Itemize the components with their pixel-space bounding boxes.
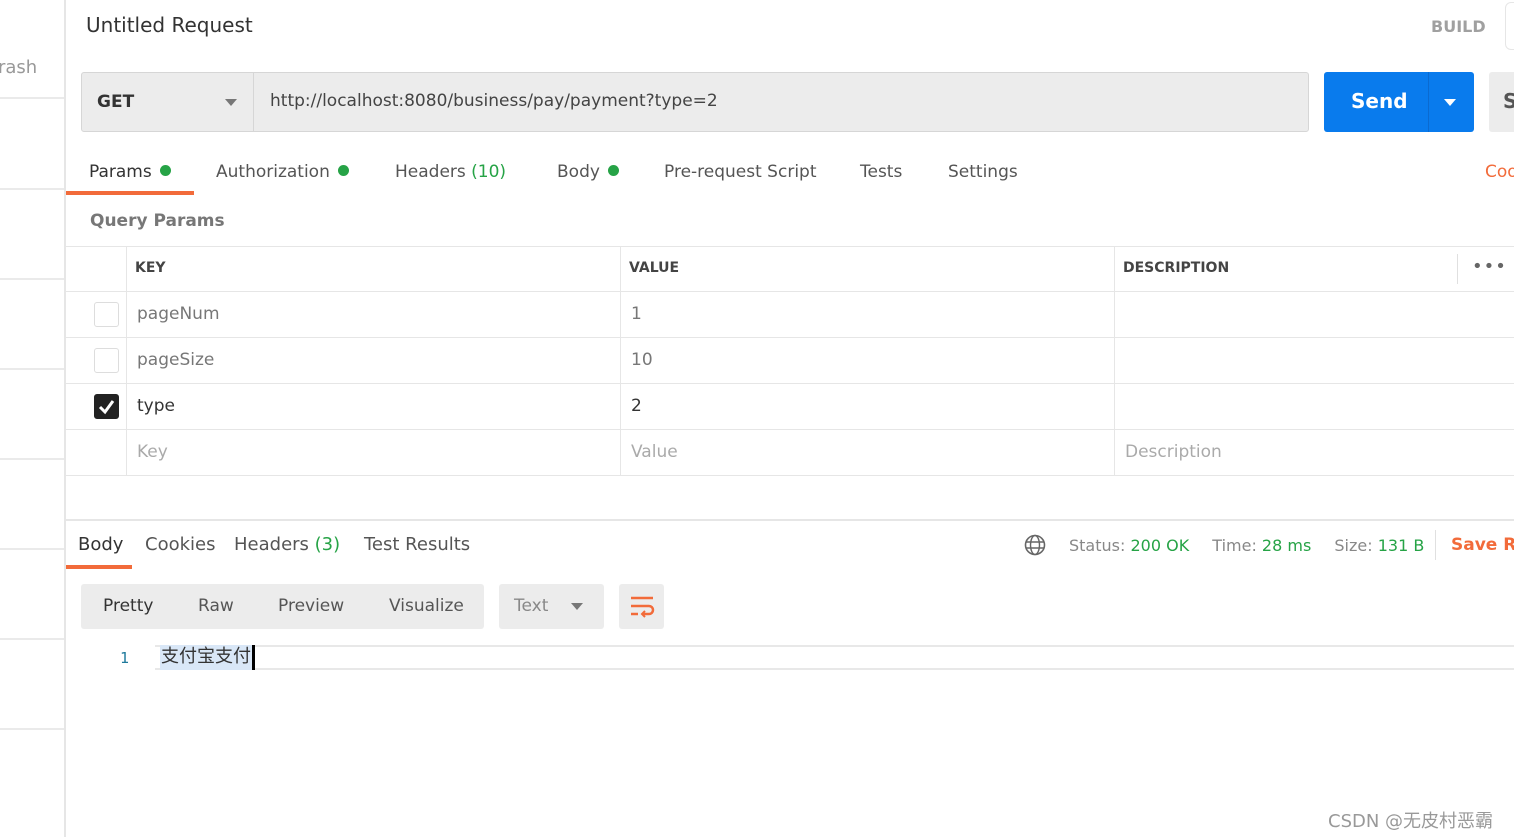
size-value[interactable]: 131 B xyxy=(1378,536,1425,555)
tab-headers[interactable]: Headers (10) xyxy=(395,162,506,182)
value-cell[interactable]: 2 xyxy=(631,396,642,416)
response-body-text[interactable]: 支付宝支付 xyxy=(160,645,255,670)
wrap-lines-button[interactable] xyxy=(619,584,664,629)
wrap-icon xyxy=(631,596,655,618)
table-row: pageSize 10 xyxy=(66,338,1514,384)
column-header-value: VALUE xyxy=(629,260,680,276)
globe-icon[interactable] xyxy=(1024,534,1046,556)
row-checkbox-checked[interactable] xyxy=(94,394,119,419)
url-input[interactable]: http://localhost:8080/business/pay/payme… xyxy=(270,91,718,111)
view-visualize[interactable]: Visualize xyxy=(389,596,464,616)
save-response-button[interactable]: Save Re xyxy=(1451,535,1514,555)
status-dot-icon xyxy=(607,165,619,176)
tab-pre-request-script[interactable]: Pre-request Script xyxy=(664,162,817,182)
tab-authorization[interactable]: Authorization xyxy=(216,162,349,182)
response-meta: Status: 200 OK Time: 28 ms Size: 131 B xyxy=(1069,536,1425,555)
params-header-row xyxy=(66,246,1514,292)
active-tab-indicator xyxy=(66,191,194,195)
sidebar-item-trash[interactable]: rash xyxy=(0,57,37,78)
format-select[interactable]: Text xyxy=(499,584,604,629)
row-checkbox[interactable] xyxy=(94,348,119,373)
new-param-row: Key Value Description xyxy=(66,430,1514,476)
view-pretty[interactable]: Pretty xyxy=(103,596,153,616)
column-header-description: DESCRIPTION xyxy=(1123,260,1230,276)
request-title[interactable]: Untitled Request xyxy=(86,13,253,37)
value-cell[interactable]: 1 xyxy=(631,304,642,324)
column-header-key: KEY xyxy=(135,260,166,276)
checkmark-icon xyxy=(98,400,115,415)
status-value[interactable]: 200 OK xyxy=(1130,536,1189,555)
chevron-down-icon xyxy=(571,603,583,610)
sidebar: rash xyxy=(0,0,66,837)
response-tab-body[interactable]: Body xyxy=(78,534,123,555)
tab-body[interactable]: Body xyxy=(557,162,619,182)
more-options-icon[interactable]: ••• xyxy=(1472,256,1507,277)
response-tab-test-results[interactable]: Test Results xyxy=(364,534,470,555)
tab-tests[interactable]: Tests xyxy=(860,162,902,182)
method-label: GET xyxy=(97,92,135,112)
time-value[interactable]: 28 ms xyxy=(1262,536,1311,555)
response-tab-headers[interactable]: Headers (3) xyxy=(234,534,340,555)
view-preview[interactable]: Preview xyxy=(278,596,344,616)
url-bar: GET http://localhost:8080/business/pay/p… xyxy=(81,72,1309,132)
tab-params[interactable]: Params xyxy=(89,162,171,182)
watermark: CSDN @无皮村恶霸 xyxy=(1328,811,1494,832)
send-options-chevron-icon[interactable] xyxy=(1444,99,1456,106)
status-dot-icon xyxy=(159,165,171,176)
chevron-down-icon xyxy=(225,99,237,106)
value-cell[interactable]: 10 xyxy=(631,350,653,370)
value-input[interactable]: Value xyxy=(631,442,678,462)
description-input[interactable]: Description xyxy=(1125,442,1222,462)
key-cell[interactable]: type xyxy=(137,396,175,416)
send-label: Send xyxy=(1351,89,1408,113)
view-raw[interactable]: Raw xyxy=(198,596,234,616)
active-line xyxy=(155,645,1514,670)
key-input[interactable]: Key xyxy=(137,442,168,462)
table-row: pageNum 1 xyxy=(66,292,1514,338)
key-cell[interactable]: pageNum xyxy=(137,304,220,324)
format-label: Text xyxy=(514,596,549,616)
line-number: 1 xyxy=(120,649,130,667)
row-checkbox[interactable] xyxy=(94,302,119,327)
table-row: type 2 xyxy=(66,384,1514,430)
save-button[interactable]: S xyxy=(1489,72,1514,132)
key-cell[interactable]: pageSize xyxy=(137,350,214,370)
tab-settings[interactable]: Settings xyxy=(948,162,1018,182)
status-dot-icon xyxy=(337,165,349,176)
query-params-title: Query Params xyxy=(90,211,225,231)
response-tab-cookies[interactable]: Cookies xyxy=(145,534,215,555)
method-select[interactable]: GET xyxy=(82,73,254,131)
build-mode[interactable]: BUILD xyxy=(1431,17,1486,36)
save-label: S xyxy=(1503,89,1514,113)
code-link[interactable]: Coo xyxy=(1485,162,1514,182)
send-button[interactable]: Send xyxy=(1324,72,1474,132)
